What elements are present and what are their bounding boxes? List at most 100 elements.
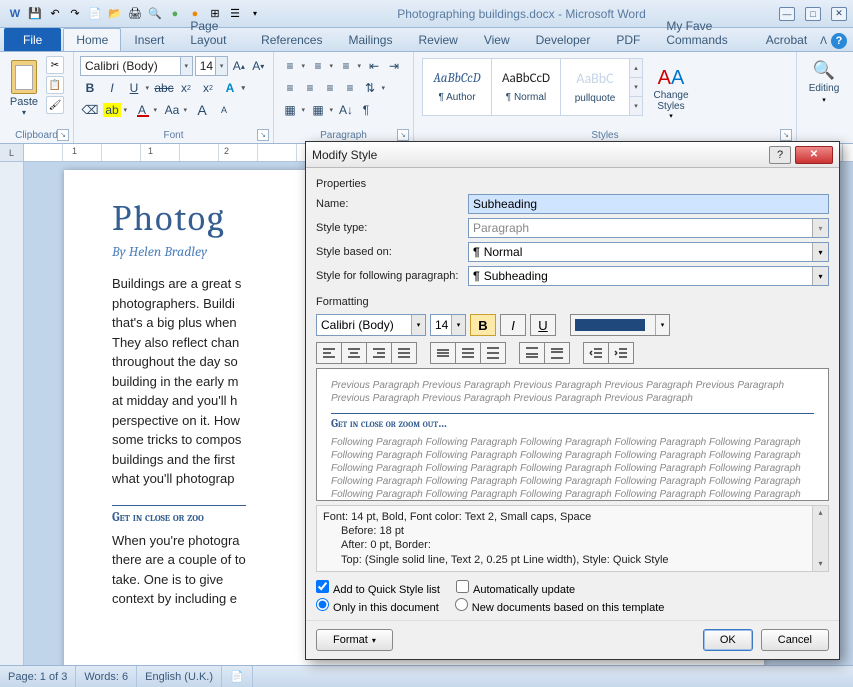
redo-icon[interactable]: ↷	[66, 5, 84, 23]
status-insert-icon[interactable]: 📄	[222, 666, 253, 687]
auto-update-checkbox[interactable]: Automatically update	[456, 580, 575, 596]
align-left-button[interactable]: ≡	[280, 78, 300, 98]
style-normal[interactable]: AaBbCcD¶ Normal	[491, 58, 561, 116]
close-button[interactable]: ✕	[831, 7, 847, 21]
qat-btn-4[interactable]: 🔍	[146, 5, 164, 23]
vertical-ruler[interactable]	[0, 162, 24, 684]
dlg-spacing-2[interactable]	[480, 342, 506, 364]
style-following-select[interactable]: ¶Subheading▾	[468, 266, 829, 286]
ok-button[interactable]: OK	[703, 629, 753, 651]
dlg-italic-button[interactable]: I	[500, 314, 526, 336]
numbering-button[interactable]: ≡	[308, 56, 336, 76]
font-name-combo[interactable]: Calibri (Body)▾	[80, 56, 193, 76]
dialog-close-button[interactable]	[795, 146, 833, 164]
dlg-spacing-15[interactable]	[455, 342, 481, 364]
undo-icon[interactable]: ↶	[46, 5, 64, 23]
format-button[interactable]: Format	[316, 629, 393, 651]
show-hide-button[interactable]: ¶	[356, 100, 376, 120]
font-launcher-icon[interactable]: ↘	[257, 129, 269, 141]
dlg-space-before-inc[interactable]	[519, 342, 545, 364]
superscript-button[interactable]: x2	[198, 78, 218, 98]
italic-button[interactable]: I	[102, 78, 122, 98]
minimize-button[interactable]: —	[779, 7, 795, 21]
shading-button[interactable]: ▦	[280, 100, 308, 120]
tab-insert[interactable]: Insert	[121, 28, 177, 51]
tab-view[interactable]: View	[471, 28, 523, 51]
line-spacing-button[interactable]: ⇅	[360, 78, 388, 98]
clipboard-launcher-icon[interactable]: ↘	[57, 129, 69, 141]
paragraph-launcher-icon[interactable]: ↘	[397, 129, 409, 141]
dlg-font-name-combo[interactable]: Calibri (Body)▾	[316, 314, 426, 336]
qat-btn-2[interactable]: 📂	[106, 5, 124, 23]
clear-formatting-icon[interactable]: ⌫	[80, 100, 100, 120]
dlg-align-right[interactable]	[366, 342, 392, 364]
dlg-align-left[interactable]	[316, 342, 342, 364]
borders-button[interactable]: ▦	[308, 100, 336, 120]
maximize-button[interactable]: □	[805, 7, 821, 21]
status-words[interactable]: Words: 6	[76, 666, 137, 687]
font-color-button[interactable]: A	[132, 100, 160, 120]
styles-launcher-icon[interactable]: ↘	[780, 129, 792, 141]
multilevel-button[interactable]: ≡	[336, 56, 364, 76]
save-icon[interactable]: 💾	[26, 5, 44, 23]
style-gallery-scroll[interactable]: ▴▾▾	[629, 58, 643, 116]
format-painter-icon[interactable]: 🖌	[46, 96, 64, 114]
dlg-font-color-combo[interactable]: ▾	[570, 314, 670, 336]
highlight-button[interactable]: ab	[102, 100, 130, 120]
change-styles-button[interactable]: AA Change Styles ▾	[647, 58, 695, 120]
dlg-justify[interactable]	[391, 342, 417, 364]
tab-developer[interactable]: Developer	[523, 28, 604, 51]
dlg-indent-inc[interactable]	[608, 342, 634, 364]
dlg-align-center[interactable]	[341, 342, 367, 364]
description-scrollbar[interactable]: ▴▾	[812, 506, 828, 571]
align-center-button[interactable]: ≡	[300, 78, 320, 98]
style-based-select[interactable]: ¶Normal▾	[468, 242, 829, 262]
word-icon[interactable]: W	[6, 5, 24, 23]
text-effects-button[interactable]: A	[220, 78, 248, 98]
dialog-help-button[interactable]: ?	[769, 146, 791, 164]
tab-acrobat[interactable]: Acrobat	[753, 28, 820, 51]
tab-selector[interactable]: L	[0, 144, 24, 161]
qat-btn-1[interactable]: 📄	[86, 5, 104, 23]
change-case-button[interactable]: Aa	[162, 100, 190, 120]
dlg-bold-button[interactable]: B	[470, 314, 496, 336]
dlg-underline-button[interactable]: U	[530, 314, 556, 336]
bullets-button[interactable]: ≡	[280, 56, 308, 76]
grow-font-2-icon[interactable]: A	[192, 100, 212, 120]
justify-button[interactable]: ≡	[340, 78, 360, 98]
minimize-ribbon-icon[interactable]: ᐱ	[820, 36, 827, 47]
shrink-font-icon[interactable]: A▾	[250, 56, 267, 76]
style-author[interactable]: AaBbCcD¶ Author	[422, 58, 492, 116]
status-page[interactable]: Page: 1 of 3	[0, 666, 76, 687]
tab-references[interactable]: References	[248, 28, 335, 51]
tab-mailings[interactable]: Mailings	[335, 28, 405, 51]
strikethrough-button[interactable]: abc	[154, 78, 174, 98]
cancel-button[interactable]: Cancel	[761, 629, 829, 651]
cut-icon[interactable]: ✂	[46, 56, 64, 74]
subscript-button[interactable]: x2	[176, 78, 196, 98]
shrink-font-2-icon[interactable]: A	[214, 100, 234, 120]
tab-review[interactable]: Review	[405, 28, 470, 51]
dlg-indent-dec[interactable]	[583, 342, 609, 364]
tab-file[interactable]: File	[4, 28, 61, 51]
dlg-spacing-1[interactable]	[430, 342, 456, 364]
font-size-combo[interactable]: 14▾	[195, 56, 228, 76]
name-input[interactable]	[468, 194, 829, 214]
add-quick-style-checkbox[interactable]: Add to Quick Style list	[316, 580, 440, 596]
status-language[interactable]: English (U.K.)	[137, 666, 222, 687]
qat-btn-3[interactable]: 🖨	[126, 5, 144, 23]
dlg-space-before-dec[interactable]	[544, 342, 570, 364]
align-right-button[interactable]: ≡	[320, 78, 340, 98]
qat-customize-icon[interactable]: ▾	[246, 5, 264, 23]
decrease-indent-button[interactable]: ⇤	[364, 56, 384, 76]
dlg-font-size-combo[interactable]: 14▾	[430, 314, 466, 336]
style-pullquote[interactable]: AaBbCpullquote	[560, 58, 630, 116]
dialog-titlebar[interactable]: Modify Style ?	[306, 142, 839, 168]
increase-indent-button[interactable]: ⇥	[384, 56, 404, 76]
copy-icon[interactable]: 📋	[46, 76, 64, 94]
editing-button[interactable]: 🔍 Editing ▾	[801, 54, 847, 116]
sort-button[interactable]: A↓	[336, 100, 356, 120]
paste-button[interactable]: Paste ▾	[4, 54, 44, 120]
tab-pdf[interactable]: PDF	[603, 28, 653, 51]
help-icon[interactable]: ?	[831, 33, 847, 49]
